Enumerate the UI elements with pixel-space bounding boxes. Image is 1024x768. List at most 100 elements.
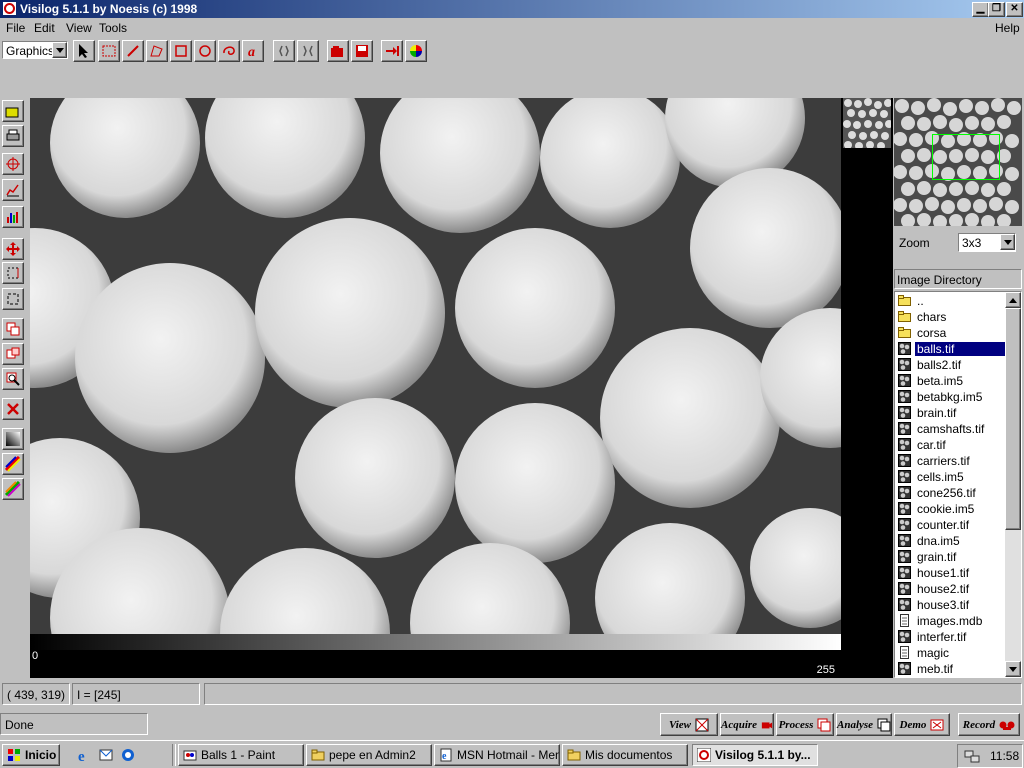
image-view[interactable] — [30, 98, 841, 636]
navigator-viewport-rect[interactable] — [932, 134, 1000, 180]
scroll-up-button[interactable] — [1005, 292, 1021, 308]
tool-arrow-in[interactable] — [381, 40, 403, 62]
arrow-icon — [79, 44, 88, 58]
tool-circle[interactable] — [194, 40, 216, 62]
delete-icon — [7, 403, 19, 415]
ie-quicklaunch[interactable]: e — [76, 747, 92, 765]
directory-item[interactable]: dna.im5 — [897, 533, 1005, 549]
image-thumbnail[interactable] — [843, 98, 891, 148]
left-tool-roi[interactable] — [2, 262, 24, 284]
directory-item[interactable]: balls.tif — [897, 341, 1005, 357]
minimize-button[interactable]: ▁ — [972, 2, 989, 17]
directory-item[interactable]: grain.tif — [897, 549, 1005, 565]
directory-item-label: cells.im5 — [917, 470, 964, 484]
directory-item[interactable]: .. — [897, 293, 1005, 309]
start-button[interactable]: Inicio — [2, 744, 60, 766]
tool-bracket-expand[interactable] — [297, 40, 319, 62]
acquire-button[interactable]: Acquire — [720, 713, 774, 736]
tool-bracket[interactable] — [273, 40, 295, 62]
left-tool-paste[interactable] — [2, 343, 24, 365]
channels-quicklaunch[interactable] — [120, 747, 136, 763]
directory-item-label: balls2.tif — [917, 358, 962, 372]
directory-item[interactable]: carriers.tif — [897, 453, 1005, 469]
menu-help[interactable]: Help — [995, 21, 1020, 35]
directory-item[interactable]: cone256.tif — [897, 485, 1005, 501]
left-tool-open[interactable] — [2, 100, 24, 122]
directory-item[interactable]: counter.tif — [897, 517, 1005, 533]
left-tool-print[interactable] — [2, 125, 24, 147]
left-tool-move[interactable] — [2, 238, 24, 260]
network-icon[interactable] — [964, 748, 980, 764]
left-tool-histogram[interactable] — [2, 206, 24, 228]
directory-item[interactable]: balls2.tif — [897, 357, 1005, 373]
directory-item[interactable]: house3.tif — [897, 597, 1005, 613]
tool-color-wheel[interactable] — [405, 40, 427, 62]
task-paint[interactable]: Balls 1 - Paint — [178, 744, 304, 766]
directory-item[interactable]: car.tif — [897, 437, 1005, 453]
directory-item[interactable]: meb.tif — [897, 661, 1005, 677]
outlook-quicklaunch[interactable] — [98, 747, 114, 763]
directory-item[interactable]: beta.im5 — [897, 373, 1005, 389]
tool-pencil[interactable] — [122, 40, 144, 62]
tool-open[interactable] — [327, 40, 349, 62]
left-tool-zoom[interactable] — [2, 368, 24, 390]
directory-item[interactable]: house2.tif — [897, 581, 1005, 597]
process-button[interactable]: Process — [776, 713, 834, 736]
menu-edit[interactable]: Edit — [34, 21, 55, 35]
directory-item[interactable]: camshafts.tif — [897, 421, 1005, 437]
directory-item[interactable]: cookie.im5 — [897, 501, 1005, 517]
menu-tools[interactable]: Tools — [99, 21, 127, 35]
directory-item[interactable]: cells.im5 — [897, 469, 1005, 485]
directory-item[interactable]: interfer.tif — [897, 629, 1005, 645]
maximize-button[interactable]: ❐ — [988, 2, 1005, 17]
left-tool-palette[interactable] — [2, 453, 24, 475]
directory-item[interactable]: betabkg.im5 — [897, 389, 1005, 405]
tool-lasso[interactable] — [218, 40, 240, 62]
close-icon: ✕ — [1010, 3, 1019, 14]
directory-item-label: house3.tif — [917, 598, 970, 612]
chevron-down-icon[interactable] — [1000, 234, 1015, 250]
bracket-expand-icon — [303, 45, 313, 57]
directory-item-label: meb.tif — [917, 662, 954, 676]
scroll-down-button[interactable] — [1005, 661, 1021, 677]
grayscale-labels: 0 255 — [30, 650, 841, 678]
image-directory-list[interactable]: .. chars corsa balls.tif balls2.tif beta.im5 b… — [894, 291, 1022, 678]
left-tool-delete[interactable] — [2, 398, 24, 420]
directory-scrollbar[interactable] — [1005, 292, 1021, 677]
task-visilog[interactable]: Visilog 5.1.1 by... — [692, 744, 818, 766]
view-icon — [695, 718, 709, 731]
record-button[interactable]: Record — [958, 713, 1020, 736]
tool-rect-select[interactable] — [98, 40, 120, 62]
left-tool-lut[interactable] — [2, 478, 24, 500]
menu-file[interactable]: File — [6, 21, 25, 35]
task-mis-documentos[interactable]: Mis documentos — [562, 744, 688, 766]
tool-polygon[interactable] — [146, 40, 168, 62]
close-button[interactable]: ✕ — [1006, 2, 1023, 17]
scroll-thumb[interactable] — [1005, 308, 1021, 530]
demo-button[interactable]: Demo — [894, 713, 950, 736]
directory-item[interactable]: corsa — [897, 325, 1005, 341]
title-bar[interactable]: Visilog 5.1.1 by Noesis (c) 1998 ▁ ❐ ✕ — [0, 0, 1024, 18]
tool-arrow[interactable] — [73, 40, 95, 62]
view-button[interactable]: View — [660, 713, 718, 736]
directory-item[interactable]: images.mdb — [897, 613, 1005, 629]
tool-text[interactable]: a — [242, 40, 264, 62]
analyse-button[interactable]: Analyse — [836, 713, 892, 736]
left-tool-frame[interactable] — [2, 288, 24, 310]
clock[interactable]: 11:58 — [990, 749, 1019, 763]
tool-square[interactable] — [170, 40, 192, 62]
task-pepe-folder[interactable]: pepe en Admin2 — [306, 744, 432, 766]
directory-item[interactable]: magic — [897, 645, 1005, 661]
tool-save[interactable] — [351, 40, 373, 62]
directory-item[interactable]: chars — [897, 309, 1005, 325]
zoom-select[interactable]: 3x3 — [958, 233, 1016, 252]
directory-item[interactable]: brain.tif — [897, 405, 1005, 421]
directory-item[interactable]: house1.tif — [897, 565, 1005, 581]
left-tool-gradient[interactable] — [2, 428, 24, 450]
left-tool-profile[interactable] — [2, 179, 24, 201]
left-tool-crosshair[interactable] — [2, 153, 24, 175]
minimize-icon: ▁ — [976, 3, 985, 14]
left-tool-copy[interactable] — [2, 318, 24, 340]
task-hotmail[interactable]: e MSN Hotmail - Men... — [434, 744, 560, 766]
menu-view[interactable]: View — [66, 21, 92, 35]
